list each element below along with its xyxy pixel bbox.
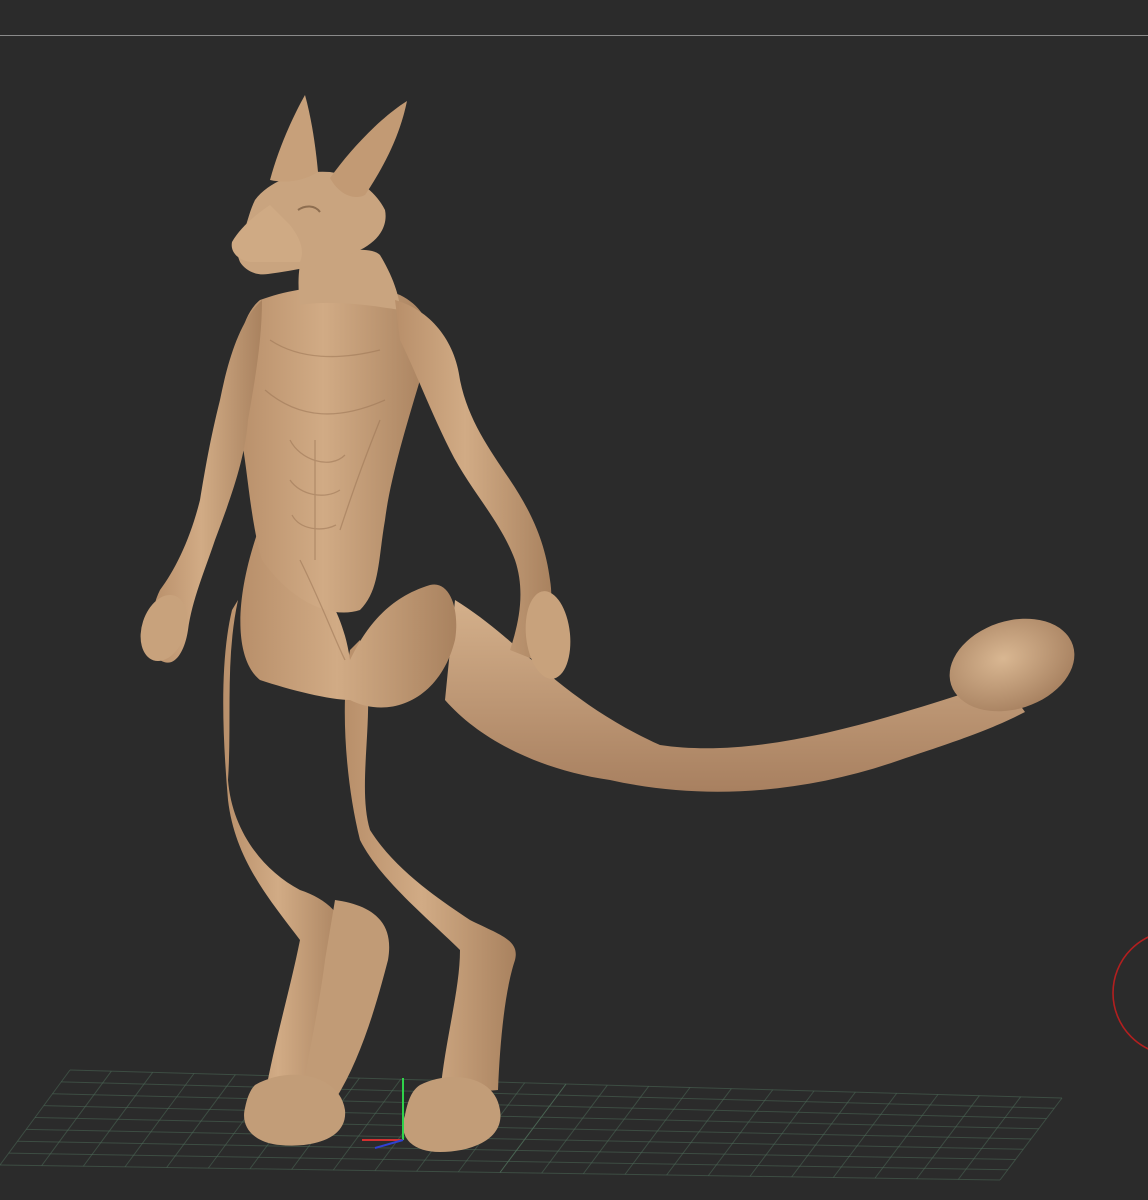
grid-line: [17, 1140, 1016, 1160]
rotate-ring-icon[interactable]: [1112, 931, 1148, 1055]
grid-line: [26, 1128, 1024, 1150]
grid-line: [43, 1105, 1039, 1130]
grid-line: [52, 1093, 1047, 1119]
3d-viewport[interactable]: [0, 0, 1148, 1200]
sculpt-model[interactable]: [133, 95, 1087, 1152]
grid-line: [34, 1117, 1032, 1140]
viewport-scene: [0, 95, 1148, 1181]
floor-grid: [0, 1069, 1063, 1181]
grid-line: [69, 1069, 1063, 1099]
model-ear-right: [330, 101, 407, 197]
model-foot-left: [244, 1074, 346, 1146]
model-ear-left: [270, 95, 318, 182]
grid-line: [61, 1081, 1055, 1109]
model-foot-right: [403, 1077, 501, 1152]
